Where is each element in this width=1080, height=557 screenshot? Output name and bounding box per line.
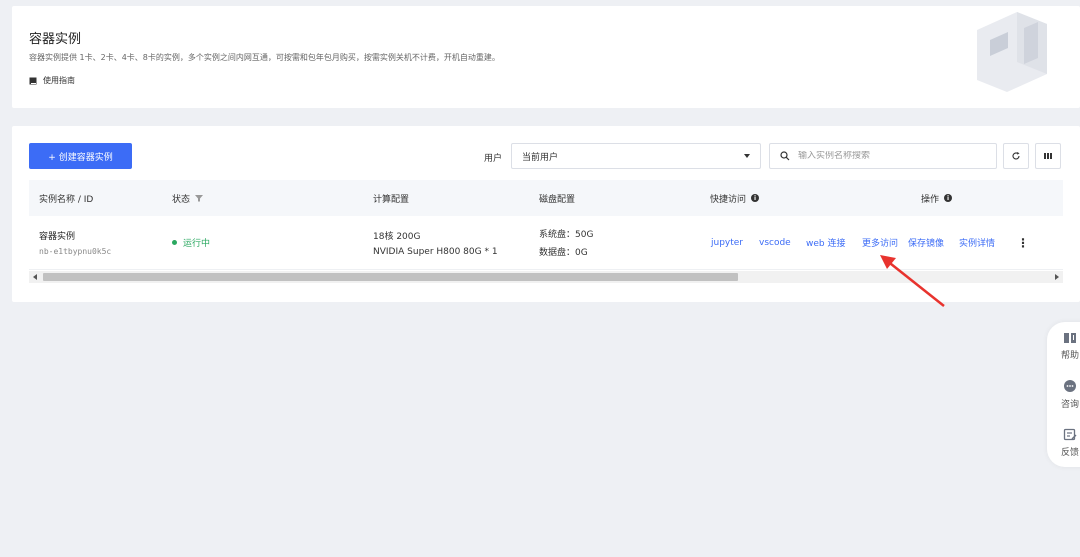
help-label: 帮助 — [1060, 351, 1079, 361]
vscode-link[interactable]: vscode — [759, 238, 791, 248]
header-card: 容器实例 容器实例提供 1卡、2卡、4卡、8卡的实例，多个实例之间内网互通，可按… — [12, 6, 1080, 108]
user-select-value: 当前用户 — [522, 152, 559, 163]
header-name: 实例名称 / ID — [39, 194, 94, 205]
help-button[interactable]: 帮助 — [1057, 332, 1080, 361]
disk-cell: 系统盘：50G 数据盘：0G — [539, 227, 593, 258]
header-disk: 磁盘配置 — [539, 194, 576, 205]
feedback-label: 反馈 — [1060, 448, 1079, 458]
annotation-arrow-icon — [880, 255, 945, 307]
search-input[interactable] — [798, 151, 978, 161]
consult-button[interactable]: 咨询 — [1057, 380, 1080, 410]
page-title: 容器实例 — [29, 32, 82, 47]
book-icon — [29, 77, 37, 84]
user-select[interactable]: 当前用户 — [511, 143, 761, 169]
header-compute: 计算配置 — [373, 194, 410, 205]
header-quick-access: 快捷访问 i — [710, 192, 760, 205]
create-instance-button[interactable]: + 创建容器实例 — [29, 143, 132, 169]
jupyter-link[interactable]: jupyter — [711, 238, 743, 248]
scroll-right-arrow-icon[interactable] — [1051, 271, 1063, 283]
help-book-icon — [1064, 333, 1076, 343]
status-badge: 运行中 — [172, 236, 210, 249]
web-connect-link[interactable]: web 连接 — [806, 236, 845, 249]
chat-bubble-icon — [1064, 380, 1076, 392]
instance-detail-link[interactable]: 实例详情 — [959, 236, 995, 249]
usage-guide-link[interactable]: 使用指南 — [29, 75, 75, 86]
info-icon[interactable]: i — [944, 194, 953, 202]
refresh-icon — [1012, 152, 1020, 160]
info-icon[interactable]: i — [751, 194, 760, 202]
disk-data: 数据盘：0G — [539, 248, 588, 258]
scroll-left-arrow-icon[interactable] — [29, 271, 41, 283]
status-text: 运行中 — [183, 239, 211, 249]
compute-cell: 18核 200G NVIDIA Super H800 80G * 1 — [373, 229, 498, 257]
instance-name: 容器实例 — [39, 232, 76, 242]
user-filter-label: 用户 — [484, 154, 503, 164]
consult-label: 咨询 — [1060, 400, 1079, 410]
compute-cpu-mem: 18核 200G — [373, 231, 421, 242]
instance-name-cell: 容器实例 nb-e1tbypnu0k5c — [39, 229, 111, 256]
caret-down-icon — [744, 154, 750, 158]
refresh-button[interactable] — [1003, 143, 1029, 169]
status-dot-icon — [172, 240, 177, 245]
header-status-label: 状态 — [172, 194, 191, 205]
instance-id: nb-e1tbypnu0k5c — [39, 247, 112, 256]
scrollbar-thumb[interactable] — [43, 273, 738, 281]
more-actions-button[interactable]: ⋮ — [1017, 236, 1029, 250]
feedback-button[interactable]: 反馈 — [1057, 428, 1080, 458]
search-icon — [780, 151, 790, 161]
search-box — [769, 143, 997, 169]
column-settings-button[interactable] — [1035, 143, 1061, 169]
feedback-icon — [1063, 428, 1077, 441]
usage-guide-label: 使用指南 — [43, 76, 75, 85]
page: 容器实例 容器实例提供 1卡、2卡、4卡、8卡的实例，多个实例之间内网互通，可按… — [0, 0, 1080, 557]
header-actions-label: 操作 — [921, 194, 940, 205]
header-status: 状态 — [172, 192, 204, 205]
compute-gpu: NVIDIA Super H800 80G * 1 — [373, 246, 498, 257]
header-actions: 操作 i — [921, 192, 953, 205]
disk-system: 系统盘：50G — [539, 230, 594, 240]
floating-help-bar: 帮助 咨询 反馈 — [1047, 322, 1080, 467]
columns-icon — [1044, 153, 1052, 159]
table-header: 实例名称 / ID 状态 计算配置 磁盘配置 快捷访问 i 操作 i — [29, 180, 1063, 216]
filter-icon[interactable] — [195, 194, 204, 202]
header-quick-access-label: 快捷访问 — [710, 194, 747, 205]
more-access-link[interactable]: 更多访问 — [862, 236, 898, 249]
decorative-cube-icon — [977, 12, 1047, 92]
save-image-link[interactable]: 保存镜像 — [908, 236, 944, 249]
page-description: 容器实例提供 1卡、2卡、4卡、8卡的实例，多个实例之间内网互通，可按需和包年包… — [29, 53, 500, 62]
